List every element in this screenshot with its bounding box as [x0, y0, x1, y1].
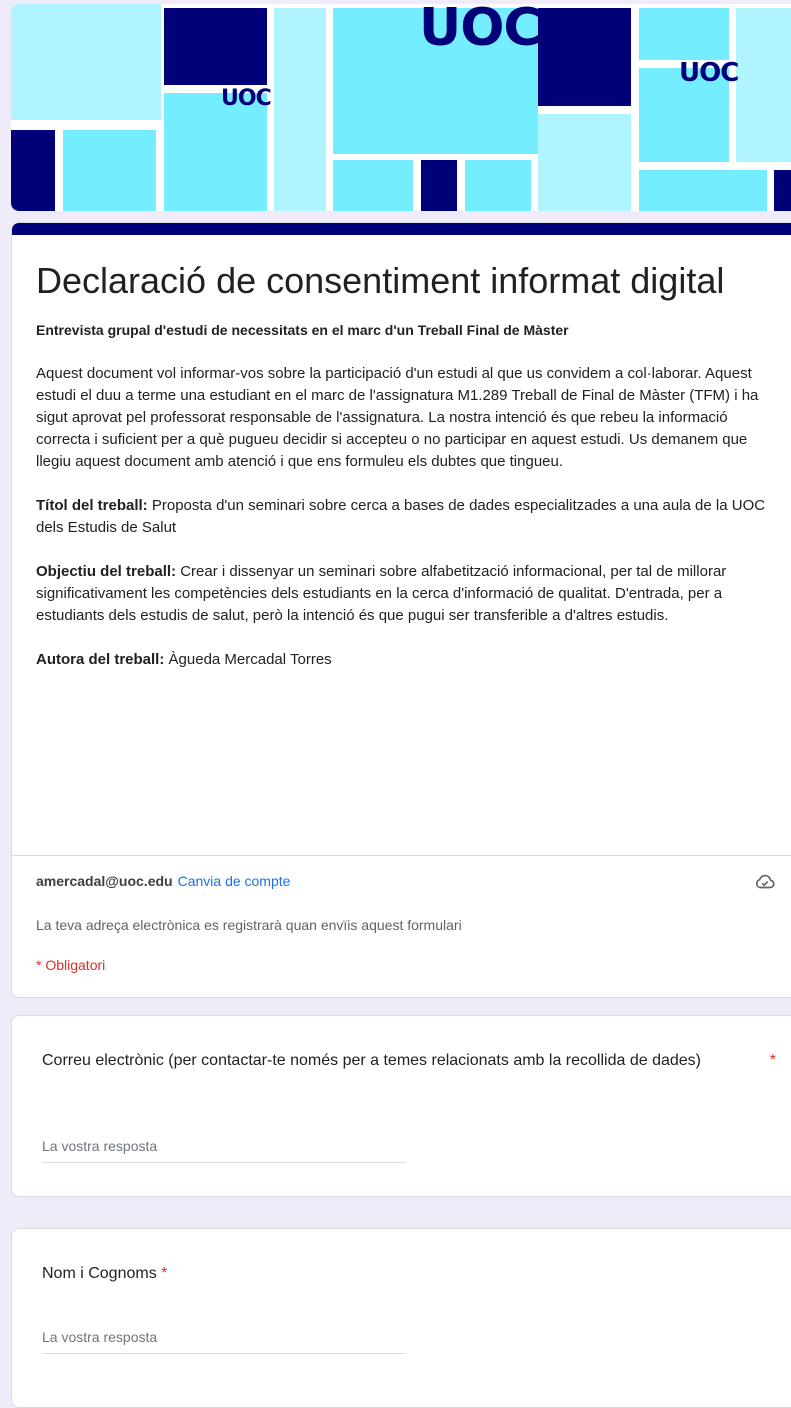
- account-email: amercadal@uoc.edu: [36, 873, 173, 889]
- banner-tile: [538, 114, 631, 211]
- form-page: UOC UOC UOC Declaració de consentiment i…: [11, 0, 791, 1408]
- author-label: Autora del treball:: [36, 651, 165, 668]
- accent-bar: [12, 223, 791, 235]
- banner-tile: [639, 170, 767, 211]
- form-header-card: Declaració de consentiment informat digi…: [11, 222, 791, 998]
- banner-tile: [164, 8, 267, 85]
- banner-tile: [63, 130, 156, 211]
- question-card-email: Correu electrònic (per contactar-te nomé…: [11, 1015, 791, 1197]
- uoc-logo-large: UOC: [419, 4, 542, 58]
- banner-tile: [736, 8, 791, 162]
- banner-tile: [538, 8, 631, 106]
- work-title-paragraph: Títol del treball: Proposta d'un seminar…: [36, 495, 776, 539]
- question-card-name: Nom i Cognoms *: [11, 1228, 791, 1408]
- name-answer-input[interactable]: [42, 1325, 406, 1354]
- section-divider: [12, 855, 791, 856]
- email-record-note: La teva adreça electrònica es registrarà…: [36, 917, 462, 933]
- question-title-email: Correu electrònic (per contactar-te nomé…: [42, 1052, 701, 1069]
- banner-tile: [333, 160, 413, 211]
- work-title-label: Títol del treball:: [36, 497, 148, 514]
- question-title-name: Nom i Cognoms *: [42, 1259, 702, 1289]
- banner-tile: [421, 160, 457, 211]
- form-title: Declaració de consentiment informat digi…: [36, 260, 725, 301]
- banner-tile: [11, 130, 55, 211]
- objective-paragraph: Objectiu del treball: Crear i dissenyar …: [36, 561, 776, 627]
- uoc-logo-small: UOC: [221, 86, 272, 111]
- account-row: amercadal@uoc.edu Canvia de compte: [36, 873, 776, 889]
- cloud-saved-icon: [756, 874, 775, 889]
- form-subheading: Entrevista grupal d'estudi de necessitat…: [36, 322, 569, 338]
- objective-label: Objectiu del treball:: [36, 563, 177, 580]
- banner-tile: [274, 8, 326, 211]
- required-asterisk: *: [769, 1052, 776, 1069]
- form-description: Entrevista grupal d'estudi de necessitat…: [36, 319, 776, 671]
- email-answer-input[interactable]: [42, 1134, 406, 1163]
- banner-tile: [11, 4, 161, 120]
- intro-paragraph: Aquest document vol informar-vos sobre l…: [36, 365, 759, 470]
- switch-account-link[interactable]: Canvia de compte: [178, 873, 291, 889]
- question-title-name-text: Nom i Cognoms: [42, 1265, 157, 1282]
- author-paragraph: Autora del treball: Àgueda Mercadal Torr…: [36, 649, 776, 671]
- header-banner: UOC UOC UOC: [11, 4, 791, 211]
- banner-tile: [774, 170, 791, 211]
- uoc-logo-small-right: UOC: [679, 58, 739, 88]
- banner-tile: [639, 8, 729, 60]
- author-value: Àgueda Mercadal Torres: [168, 651, 332, 668]
- required-note: * Obligatori: [36, 957, 106, 973]
- banner-tile: [465, 160, 531, 211]
- required-asterisk: *: [161, 1265, 168, 1282]
